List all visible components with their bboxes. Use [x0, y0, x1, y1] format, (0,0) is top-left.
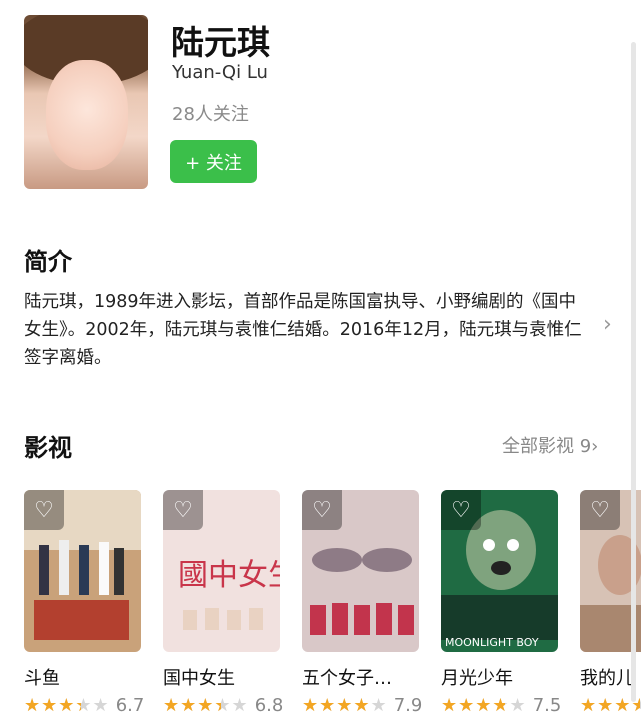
film-title[interactable]: 国中女生	[163, 664, 235, 690]
follow-button[interactable]: + 关注	[170, 140, 257, 183]
film-rating: ★★★★★★★★★★ 6.8	[163, 694, 283, 716]
film-poster[interactable]: ♡	[24, 490, 141, 652]
star-rating: ★★★★★★★★★★	[163, 694, 249, 716]
score: 7.5	[532, 694, 562, 716]
score: 7.9	[393, 694, 423, 716]
intro-text[interactable]: 陆元琪，1989年进入影坛，首部作品是陈国富执导、小野编剧的《国中女生》。200…	[24, 288, 584, 372]
film-title[interactable]: 斗鱼	[24, 664, 60, 690]
add-heart-icon[interactable]: ♡	[24, 490, 64, 530]
svg-text:國中女生: 國中女生	[178, 558, 280, 593]
star-rating: ★★★★★★★★★★	[24, 694, 110, 716]
add-heart-icon[interactable]: ♡	[302, 490, 342, 530]
film-poster[interactable]: ♡	[302, 490, 419, 652]
films-heading: 影视	[24, 434, 72, 462]
chevron-right-icon[interactable]: ›	[603, 312, 612, 337]
add-heart-icon[interactable]: ♡	[163, 490, 203, 530]
english-name: Yuan-Qi Lu	[172, 62, 268, 83]
follower-count: 28人关注	[172, 104, 249, 125]
star-rating: ★★★★★★★★★★	[441, 694, 527, 716]
film-rating: ★★★★★★★★★★ 7.9	[302, 694, 422, 716]
film-rating: ★★★★★★★★★★ 7.5	[441, 694, 561, 716]
add-heart-icon[interactable]: ♡	[580, 490, 620, 530]
svg-text:MOONLIGHT BOY: MOONLIGHT BOY	[445, 636, 539, 649]
film-title[interactable]: 五个女子…	[302, 664, 392, 690]
avatar-face	[46, 60, 128, 170]
film-poster[interactable]: 國中女生 ♡	[163, 490, 280, 652]
star-rating: ★★★★★★★★★★	[302, 694, 388, 716]
score: 6.7	[115, 694, 145, 716]
score: 6.8	[254, 694, 284, 716]
film-poster[interactable]: MOONLIGHT BOY ♡	[441, 490, 558, 652]
person-name: 陆元琪	[171, 23, 270, 62]
all-films-link[interactable]: 全部影视 9›	[502, 432, 598, 458]
film-rating: ★★★★★★★★★★ 6.7	[24, 694, 144, 716]
intro-heading: 简介	[24, 248, 72, 276]
scrollbar[interactable]	[631, 42, 636, 702]
avatar	[24, 15, 148, 189]
film-title[interactable]: 月光少年	[441, 664, 513, 690]
add-heart-icon[interactable]: ♡	[441, 490, 481, 530]
